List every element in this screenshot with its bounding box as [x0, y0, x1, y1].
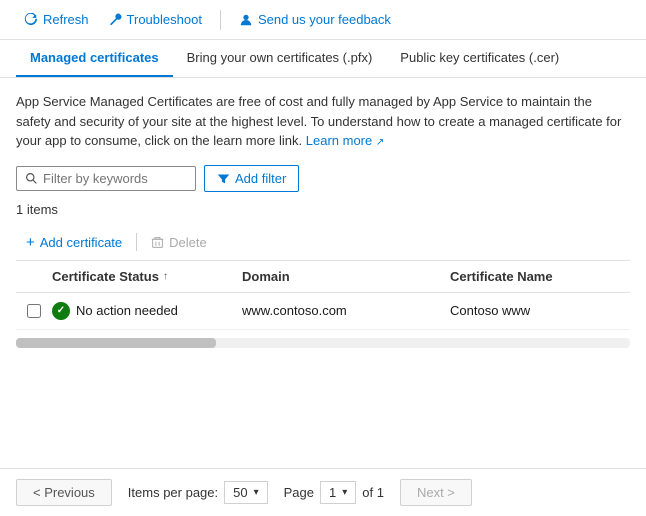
items-per-page-select[interactable]: 50 ▾ — [224, 481, 268, 504]
refresh-button[interactable]: Refresh — [16, 8, 97, 31]
toolbar: Refresh Troubleshoot Send us your feedba… — [0, 0, 646, 40]
search-icon — [25, 172, 38, 185]
domain-cell: www.contoso.com — [242, 303, 450, 318]
learn-more-link[interactable]: Learn more ↗ — [306, 133, 385, 148]
horizontal-scrollbar[interactable] — [16, 338, 630, 348]
separator — [220, 10, 221, 30]
tabs-container: Managed certificates Bring your own cert… — [0, 40, 646, 78]
status-cell: No action needed — [52, 302, 242, 320]
row-checkbox-cell[interactable] — [16, 304, 52, 318]
tab-managed-certificates[interactable]: Managed certificates — [16, 40, 173, 77]
feedback-icon — [239, 13, 253, 27]
filter-row: Add filter — [16, 165, 630, 192]
previous-button[interactable]: < Previous — [16, 479, 112, 506]
next-button[interactable]: Next > — [400, 479, 472, 506]
refresh-icon — [24, 13, 38, 27]
feedback-button[interactable]: Send us your feedback — [231, 8, 399, 31]
refresh-label: Refresh — [43, 12, 89, 27]
troubleshoot-label: Troubleshoot — [127, 12, 202, 27]
items-count: 1 items — [16, 202, 630, 217]
header-status[interactable]: Certificate Status ↑ — [52, 269, 242, 284]
certificates-table: Certificate Status ↑ Domain Certificate … — [16, 261, 630, 330]
filter-input-wrap[interactable] — [16, 166, 196, 191]
header-domain: Domain — [242, 269, 450, 284]
header-certname: Certificate Name — [450, 269, 630, 284]
chevron-down-icon: ▾ — [254, 487, 259, 498]
certname-cell: Contoso www — [450, 303, 630, 318]
tab-bring-your-own[interactable]: Bring your own certificates (.pfx) — [173, 40, 387, 77]
page-select[interactable]: 1 ▾ — [320, 481, 356, 504]
table-row: No action needed www.contoso.com Contoso… — [16, 293, 630, 330]
page-info: Page 1 ▾ of 1 — [284, 481, 384, 504]
add-filter-button[interactable]: Add filter — [204, 165, 299, 192]
page-chevron-down-icon: ▾ — [342, 487, 347, 498]
status-success-icon — [52, 302, 70, 320]
filter-icon — [217, 172, 230, 185]
troubleshoot-button[interactable]: Troubleshoot — [101, 8, 210, 31]
wrench-icon — [109, 13, 122, 26]
items-per-page: Items per page: 50 ▾ — [128, 481, 268, 504]
tab-public-key[interactable]: Public key certificates (.cer) — [386, 40, 573, 77]
add-certificate-button[interactable]: + Add certificate — [16, 231, 132, 254]
search-input[interactable] — [43, 171, 187, 186]
main-content: App Service Managed Certificates are fre… — [0, 78, 646, 362]
action-bar: + Add certificate Delete — [16, 225, 630, 261]
add-icon: + — [26, 235, 35, 250]
sort-icon: ↑ — [163, 271, 168, 282]
table-header: Certificate Status ↑ Domain Certificate … — [16, 261, 630, 293]
action-separator — [136, 233, 137, 251]
trash-icon — [151, 236, 164, 249]
row-checkbox[interactable] — [27, 304, 41, 318]
delete-button[interactable]: Delete — [141, 231, 217, 254]
feedback-label: Send us your feedback — [258, 12, 391, 27]
footer: < Previous Items per page: 50 ▾ Page 1 ▾… — [0, 468, 646, 516]
scrollbar-thumb[interactable] — [16, 338, 216, 348]
description-text: App Service Managed Certificates are fre… — [16, 92, 630, 151]
